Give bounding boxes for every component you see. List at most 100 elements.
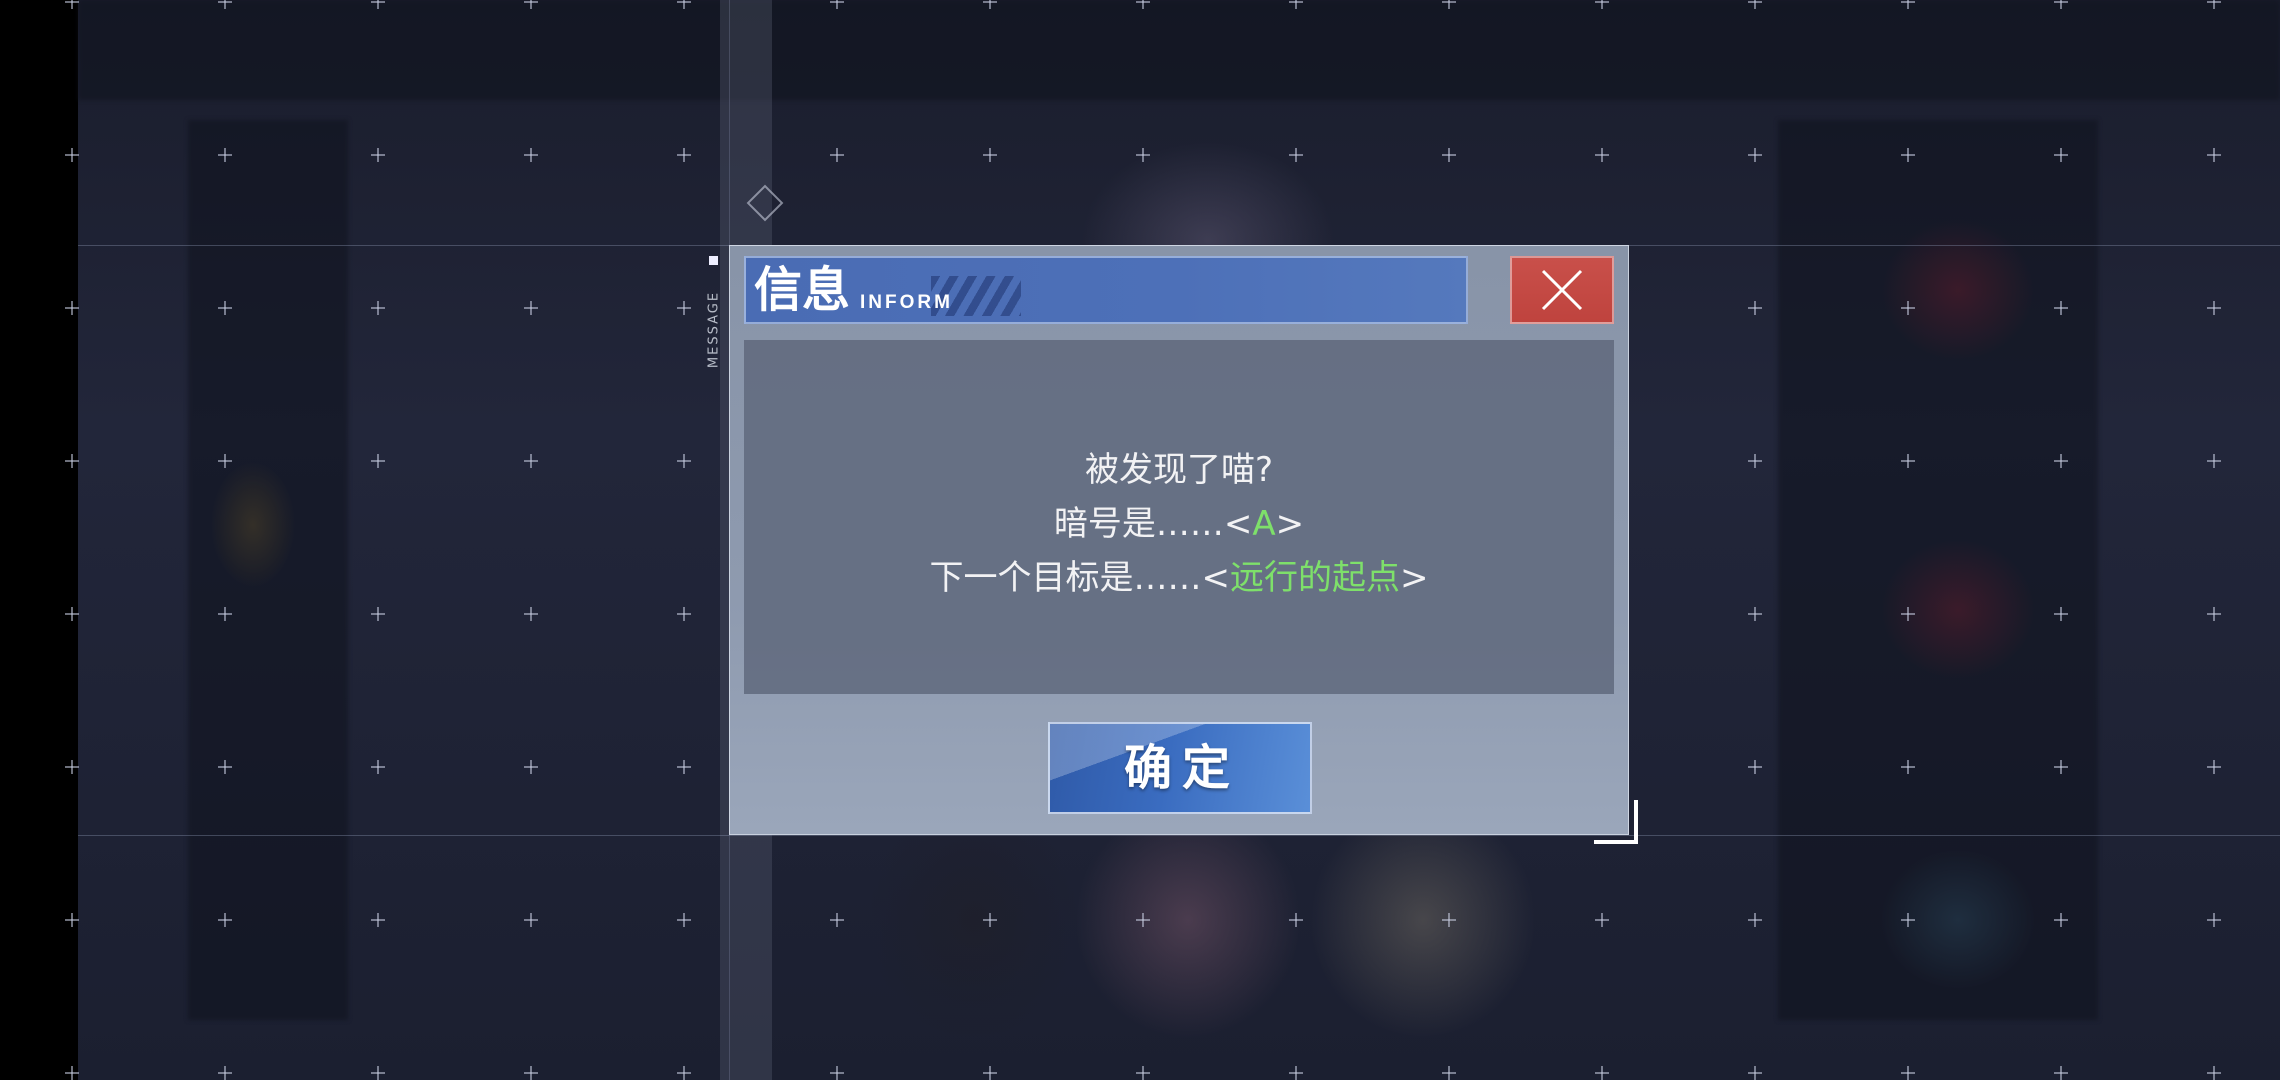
crosshair-mark [524, 760, 538, 774]
crosshair-mark [677, 454, 691, 468]
crosshair-mark [1442, 1066, 1456, 1080]
crosshair-mark [65, 913, 79, 927]
crosshair-mark [371, 148, 385, 162]
crosshair-mark [1289, 148, 1303, 162]
crosshair-mark [1901, 148, 1915, 162]
close-button[interactable] [1510, 256, 1614, 324]
crosshair-mark [1289, 1066, 1303, 1080]
crosshair-mark [371, 607, 385, 621]
crosshair-mark [2207, 760, 2221, 774]
crosshair-mark [2207, 454, 2221, 468]
crosshair-mark [983, 148, 997, 162]
message-line-3: 下一个目标是……<远行的起点> [744, 558, 1614, 598]
crosshair-mark [677, 301, 691, 315]
crosshair-mark [524, 454, 538, 468]
crosshair-mark [1595, 1066, 1609, 1080]
confirm-button-label: 确定 [1123, 740, 1240, 796]
crosshair-mark [218, 1066, 232, 1080]
crosshair-mark [218, 301, 232, 315]
crosshair-mark [65, 760, 79, 774]
crosshair-mark [1136, 913, 1150, 927]
crosshair-mark [830, 148, 844, 162]
message-box: 被发现了喵? 暗号是……<A> 下一个目标是……<远行的起点> [744, 340, 1614, 694]
crosshair-mark [677, 0, 691, 9]
crosshair-mark [1442, 0, 1456, 9]
crosshair-mark [830, 0, 844, 9]
crosshair-mark [524, 1066, 538, 1080]
crosshair-mark [2054, 148, 2068, 162]
crosshair-mark [677, 1066, 691, 1080]
crosshair-mark [1289, 0, 1303, 9]
crosshair-mark [65, 301, 79, 315]
crosshair-mark [1748, 301, 1762, 315]
crosshair-mark [1901, 1066, 1915, 1080]
crosshair-mark [1901, 913, 1915, 927]
dialog-title-en: INFORM [860, 292, 953, 313]
crosshair-mark [218, 913, 232, 927]
confirm-button[interactable]: 确定 [1048, 722, 1312, 814]
crosshair-mark [2207, 913, 2221, 927]
crosshair-mark [1901, 0, 1915, 9]
crosshair-mark [2054, 454, 2068, 468]
message-highlight: A [1252, 504, 1276, 544]
corner-bracket-decoration [1594, 800, 1638, 844]
crosshair-mark [1595, 148, 1609, 162]
crosshair-mark [65, 148, 79, 162]
crosshair-mark [2207, 0, 2221, 9]
side-tag-label: MESSAGE [706, 290, 722, 369]
crosshair-mark [524, 301, 538, 315]
crosshair-mark [1442, 148, 1456, 162]
message-line-1: 被发现了喵? [744, 450, 1614, 490]
crosshair-mark [1901, 760, 1915, 774]
crosshair-mark [371, 454, 385, 468]
crosshair-mark [2207, 301, 2221, 315]
crosshair-mark [65, 0, 79, 9]
crosshair-mark [983, 1066, 997, 1080]
message-text-suffix: > [1400, 558, 1429, 598]
crosshair-mark [1136, 0, 1150, 9]
crosshair-mark [1748, 607, 1762, 621]
side-tag-square [709, 256, 718, 265]
close-x-icon [1541, 269, 1583, 311]
crosshair-mark [830, 913, 844, 927]
crosshair-mark [1901, 301, 1915, 315]
crosshair-mark [218, 607, 232, 621]
crosshair-mark [1595, 913, 1609, 927]
crosshair-mark [2054, 607, 2068, 621]
dialog-title: 信息 [754, 262, 851, 318]
message-text: 下一个目标是……< [929, 558, 1231, 598]
crosshair-mark [830, 1066, 844, 1080]
message-highlight: 远行的起点 [1230, 558, 1400, 598]
crosshair-mark [2207, 1066, 2221, 1080]
crosshair-mark [524, 148, 538, 162]
game-screen: MESSAGE 信息 INFORM 被发现了喵? 暗号是……<A> 下一个目标是… [0, 0, 2280, 1080]
crosshair-mark [1901, 454, 1915, 468]
crosshair-mark [2054, 913, 2068, 927]
crosshair-mark [1136, 148, 1150, 162]
crosshair-mark [371, 301, 385, 315]
crosshair-mark [2054, 301, 2068, 315]
dialog-title-bar: 信息 INFORM [744, 256, 1468, 324]
side-tag: MESSAGE [704, 252, 724, 372]
crosshair-mark [371, 1066, 385, 1080]
crosshair-mark [2054, 1066, 2068, 1080]
crosshair-mark [218, 0, 232, 9]
crosshair-mark [2054, 0, 2068, 9]
crosshair-mark [677, 760, 691, 774]
crosshair-mark [2207, 148, 2221, 162]
message-text-suffix: > [1275, 504, 1305, 544]
crosshair-mark [371, 913, 385, 927]
crosshair-mark [1748, 1066, 1762, 1080]
crosshair-mark [371, 0, 385, 9]
crosshair-mark [1901, 607, 1915, 621]
crosshair-mark [65, 607, 79, 621]
crosshair-mark [65, 454, 79, 468]
message-dialog: 信息 INFORM 被发现了喵? 暗号是……<A> 下一个目标是……<远行的起点… [729, 245, 1629, 835]
crosshair-mark [1748, 913, 1762, 927]
crosshair-mark [1748, 760, 1762, 774]
crosshair-mark [524, 607, 538, 621]
crosshair-mark [1442, 913, 1456, 927]
crosshair-mark [1595, 0, 1609, 9]
crosshair-mark [1136, 1066, 1150, 1080]
crosshair-mark [677, 607, 691, 621]
